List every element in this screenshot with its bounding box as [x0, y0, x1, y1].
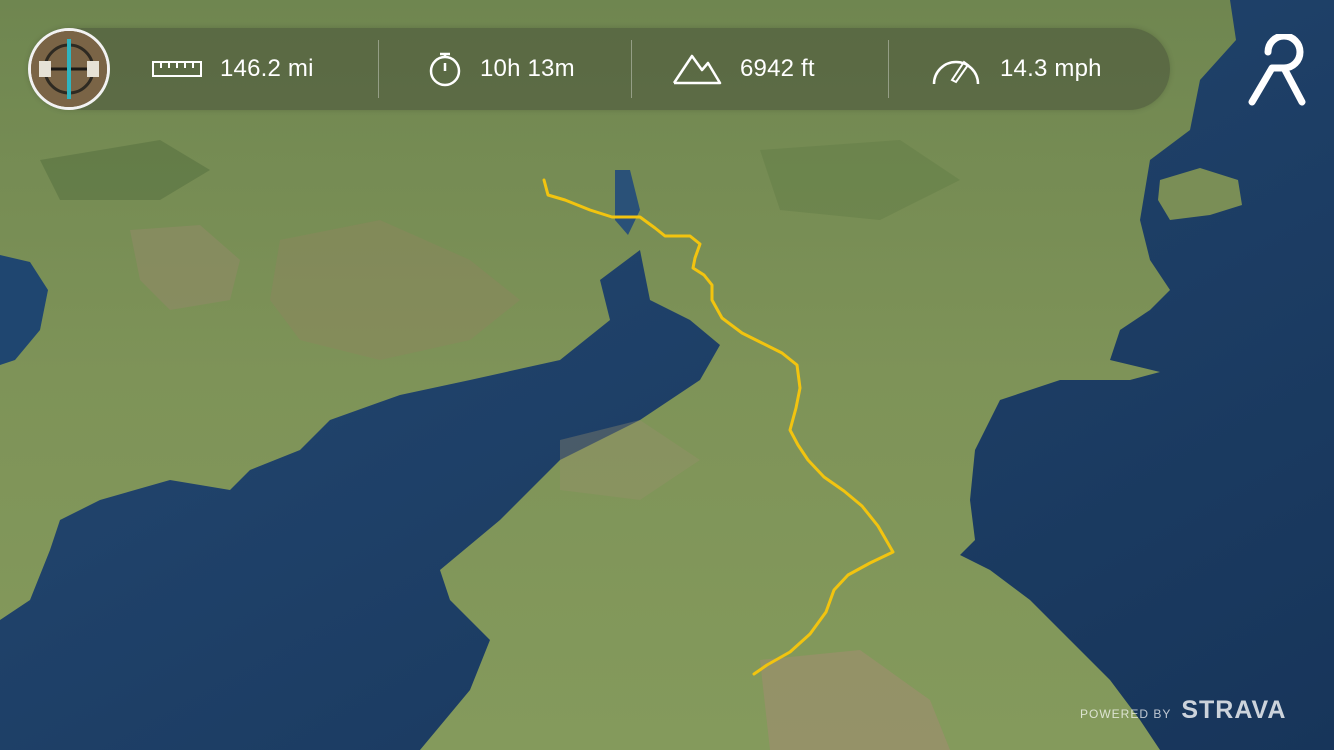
distance-value: 146.2 mi [220, 55, 314, 82]
elevation-value: 6942 ft [740, 55, 815, 82]
strava-logo: STRAVA [1181, 696, 1287, 724]
time-value: 10h 13m [480, 55, 575, 82]
stat-divider [378, 40, 379, 98]
mountains-icon [672, 52, 722, 86]
relive-logo [1244, 32, 1310, 108]
stat-time: 10h 13m [428, 28, 575, 110]
stopwatch-icon [428, 51, 462, 87]
speedometer-icon [930, 52, 982, 86]
avatar[interactable] [28, 28, 110, 110]
avatar-bike-photo [31, 31, 107, 107]
ruler-icon [152, 58, 202, 80]
stat-distance: 146.2 mi [152, 28, 314, 110]
stat-elevation: 6942 ft [672, 28, 815, 110]
satellite-terrain [0, 0, 1334, 750]
stat-divider [631, 40, 632, 98]
powered-by-label: POWERED BY [1080, 706, 1172, 721]
stat-divider [888, 40, 889, 98]
stat-speed: 14.3 mph [930, 28, 1102, 110]
speed-value: 14.3 mph [1000, 55, 1102, 82]
strava-attribution: POWERED BY STRAVA [1080, 696, 1286, 725]
map-view[interactable] [0, 0, 1334, 750]
